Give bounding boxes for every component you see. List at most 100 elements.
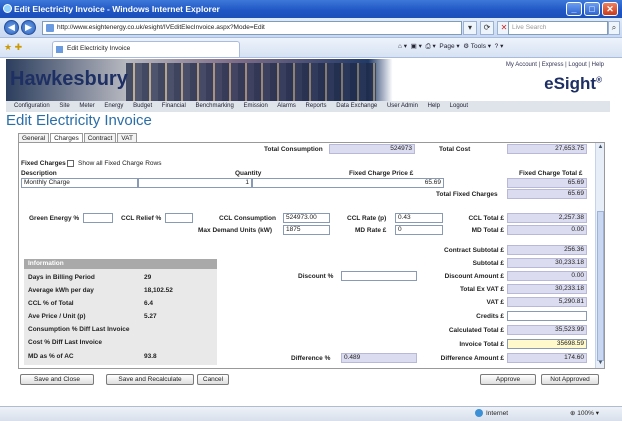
menu-data-exchange[interactable]: Data Exchange xyxy=(336,103,377,109)
refresh-icon[interactable]: ⟳ xyxy=(480,21,494,35)
price-field[interactable]: 65.69 xyxy=(252,178,444,188)
express-link[interactable]: Express xyxy=(542,62,564,68)
save-and-close-button[interactable]: Save and Close xyxy=(20,374,94,385)
url-input[interactable]: http://www.esightenergy.co.uk/esight/IVE… xyxy=(42,21,462,35)
page-icon xyxy=(46,24,54,32)
ccl-rate-label: CCL Rate (p) xyxy=(347,215,387,222)
menu-site[interactable]: Site xyxy=(59,103,69,109)
menu-help[interactable]: Help xyxy=(428,103,440,109)
search-placeholder: Live Search xyxy=(512,24,547,31)
menu-reports[interactable]: Reports xyxy=(306,103,327,109)
information-heading: Information xyxy=(24,259,217,269)
browser-tab[interactable]: Edit Electricity Invoice xyxy=(52,41,240,57)
panel-scrollbar[interactable]: ▲ ▼ xyxy=(595,143,604,368)
window-titlebar: Edit Electricity Invoice - Windows Inter… xyxy=(0,0,622,18)
search-icon[interactable]: ⌕ xyxy=(608,21,620,35)
show-all-checkbox[interactable] xyxy=(67,160,74,167)
print-icon[interactable]: ⎙ ▾ xyxy=(425,43,435,50)
discount-field[interactable] xyxy=(341,271,417,281)
ccl-consumption-label: CCL Consumption xyxy=(219,215,276,222)
fixed-total-field: 65.69 xyxy=(507,178,587,188)
close-window-button[interactable]: ✕ xyxy=(602,2,618,16)
scroll-down-icon[interactable]: ▼ xyxy=(596,359,604,368)
contract-subtotal-label: Contract Subtotal £ xyxy=(444,247,504,254)
subtotal-label: Subtotal £ xyxy=(472,260,504,267)
site-banner: Hawkesbury My Account | Express | Logout… xyxy=(6,59,610,101)
help-link[interactable]: Help xyxy=(592,62,604,68)
cancel-button[interactable]: Cancel xyxy=(197,374,229,385)
save-and-recalculate-button[interactable]: Save and Recalculate xyxy=(106,374,194,385)
dropdown-arrow-icon[interactable]: ▾ xyxy=(463,21,477,35)
menu-financial[interactable]: Financial xyxy=(162,103,186,109)
zoom-text: 100% xyxy=(577,410,594,417)
info-label: Average kWh per day xyxy=(28,287,94,294)
quantity-field[interactable]: 1 xyxy=(138,178,252,188)
md-total-field: 0.00 xyxy=(507,225,587,235)
window-title: Edit Electricity Invoice - Windows Inter… xyxy=(14,4,220,14)
total-cost-label: Total Cost xyxy=(439,146,471,153)
tab-title: Edit Electricity Invoice xyxy=(67,45,131,52)
col-description: Description xyxy=(21,170,57,177)
minimize-button[interactable]: _ xyxy=(566,2,582,16)
difference-amount-label: Difference Amount £ xyxy=(440,355,504,362)
ccl-rate-field[interactable]: 0.43 xyxy=(395,213,443,223)
main-menu: Configuration Site Meter Energy Budget F… xyxy=(6,101,610,112)
favorites-star-icon[interactable]: ★ ✚ xyxy=(4,42,22,53)
description-field[interactable]: Monthly Charge xyxy=(21,178,138,188)
status-bar: Internet ⊕ 100% ▾ xyxy=(0,406,622,421)
green-energy-field[interactable] xyxy=(83,213,113,223)
tab-page-icon xyxy=(56,46,63,53)
menu-benchmarking[interactable]: Benchmarking xyxy=(195,103,233,109)
ccl-consumption-field[interactable]: 524973.00 xyxy=(283,213,330,223)
zone-indicator: Internet xyxy=(475,407,508,421)
page-menu[interactable]: Page ▾ xyxy=(439,43,459,50)
col-total: Fixed Charge Total £ xyxy=(519,170,583,177)
invoice-total-field[interactable]: 35698.59 xyxy=(507,339,587,349)
vat-field: 5,290.81 xyxy=(507,297,587,307)
menu-meter[interactable]: Meter xyxy=(79,103,94,109)
menu-energy[interactable]: Energy xyxy=(104,103,123,109)
md-total-label: MD Total £ xyxy=(471,227,504,234)
esight-logo: eSight® xyxy=(544,74,602,94)
approve-button[interactable]: Approve xyxy=(480,374,536,385)
search-input[interactable]: Live Search xyxy=(508,21,608,35)
feeds-icon[interactable]: ▣ ▾ xyxy=(411,43,422,50)
ccl-relief-field[interactable] xyxy=(165,213,193,223)
tools-menu[interactable]: ⚙ Tools ▾ xyxy=(463,43,491,50)
info-label: CCL % of Total xyxy=(28,300,74,307)
logout-link[interactable]: Logout xyxy=(568,62,586,68)
registered-mark: ® xyxy=(596,75,602,85)
home-icon[interactable]: ⌂ ▾ xyxy=(398,43,407,50)
back-button[interactable]: ◀ xyxy=(4,20,19,35)
browser-tabbar: ★ ✚ Edit Electricity Invoice ⌂ ▾ ▣ ▾ ⎙ ▾… xyxy=(0,38,622,58)
help-icon[interactable]: ? ▾ xyxy=(495,43,504,50)
menu-user-admin[interactable]: User Admin xyxy=(387,103,418,109)
col-price: Fixed Charge Price £ xyxy=(349,170,414,177)
max-demand-field[interactable]: 1875 xyxy=(283,225,330,235)
menu-logout[interactable]: Logout xyxy=(450,103,468,109)
forward-button[interactable]: ▶ xyxy=(21,20,36,35)
zoom-control[interactable]: ⊕ 100% ▾ xyxy=(570,407,599,421)
scroll-up-icon[interactable]: ▲ xyxy=(596,143,604,152)
calculated-total-label: Calculated Total £ xyxy=(448,327,504,334)
menu-configuration[interactable]: Configuration xyxy=(14,103,50,109)
maximize-button[interactable]: □ xyxy=(584,2,600,16)
charges-panel: Total Consumption 524973 Total Cost 27,6… xyxy=(18,142,605,369)
menu-emission[interactable]: Emission xyxy=(244,103,268,109)
page-title: Edit Electricity Invoice xyxy=(6,112,152,129)
scroll-thumb[interactable] xyxy=(597,211,604,361)
discount-label: Discount % xyxy=(298,273,334,280)
info-label: Days in Billing Period xyxy=(28,274,95,281)
page-menu-label: Page xyxy=(439,43,455,50)
fixed-charges-heading: Fixed Charges xyxy=(21,160,66,167)
command-bar: ⌂ ▾ ▣ ▾ ⎙ ▾ Page ▾ ⚙ Tools ▾ ? ▾ xyxy=(398,42,503,51)
my-account-link[interactable]: My Account xyxy=(506,62,537,68)
md-rate-field[interactable]: 0 xyxy=(395,225,443,235)
difference-amount-field: 174.60 xyxy=(507,353,587,363)
menu-alarms[interactable]: Alarms xyxy=(277,103,296,109)
md-rate-label: MD Rate £ xyxy=(355,227,387,234)
info-label: Consumption % Diff Last Invoice xyxy=(28,326,130,333)
menu-budget[interactable]: Budget xyxy=(133,103,152,109)
credits-field[interactable] xyxy=(507,311,587,321)
not-approved-button[interactable]: Not Approved xyxy=(541,374,599,385)
